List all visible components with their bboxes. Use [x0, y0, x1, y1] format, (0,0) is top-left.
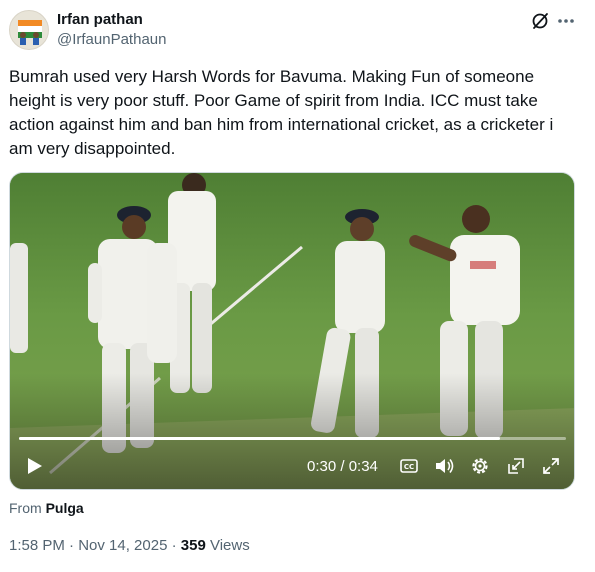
timestamp[interactable]: 1:58 PM · Nov 14, 2025 ·	[9, 537, 181, 554]
tweet-text: Bumrah used very Harsh Words for Bavuma.…	[9, 67, 554, 158]
views-label: Views	[205, 537, 250, 554]
tweet-meta: 1:58 PM · Nov 14, 2025 · 359 Views	[9, 537, 250, 554]
play-icon[interactable]	[23, 455, 45, 477]
svg-text:CC: CC	[404, 463, 414, 471]
source-prefix: From	[9, 500, 42, 516]
grok-icon[interactable]	[530, 11, 550, 31]
progress-fill	[19, 437, 501, 440]
fullscreen-icon[interactable]	[540, 455, 562, 477]
progress-bar[interactable]	[19, 437, 566, 440]
settings-icon[interactable]	[469, 455, 491, 477]
time-display: 0:30 / 0:34	[307, 458, 378, 475]
captions-icon[interactable]: CC	[398, 455, 420, 477]
author-name[interactable]: Irfan pathan	[57, 11, 143, 28]
views-count: 359	[180, 537, 206, 554]
volume-icon[interactable]	[433, 455, 455, 477]
video-player[interactable]: 0:30 / 0:34 CC	[9, 172, 575, 490]
pip-icon[interactable]	[505, 455, 527, 477]
video-frame	[10, 173, 574, 489]
author-handle[interactable]: @IrfaunPathaun	[57, 31, 166, 48]
avatar[interactable]	[9, 10, 49, 50]
more-icon[interactable]	[556, 11, 576, 31]
video-controls: 0:30 / 0:34 CC	[10, 449, 574, 485]
source-link[interactable]: Pulga	[46, 500, 84, 516]
source-attribution: From Pulga	[9, 500, 84, 516]
tweet-card: Irfan pathan @IrfaunPathaun Bumrah used …	[0, 0, 595, 572]
